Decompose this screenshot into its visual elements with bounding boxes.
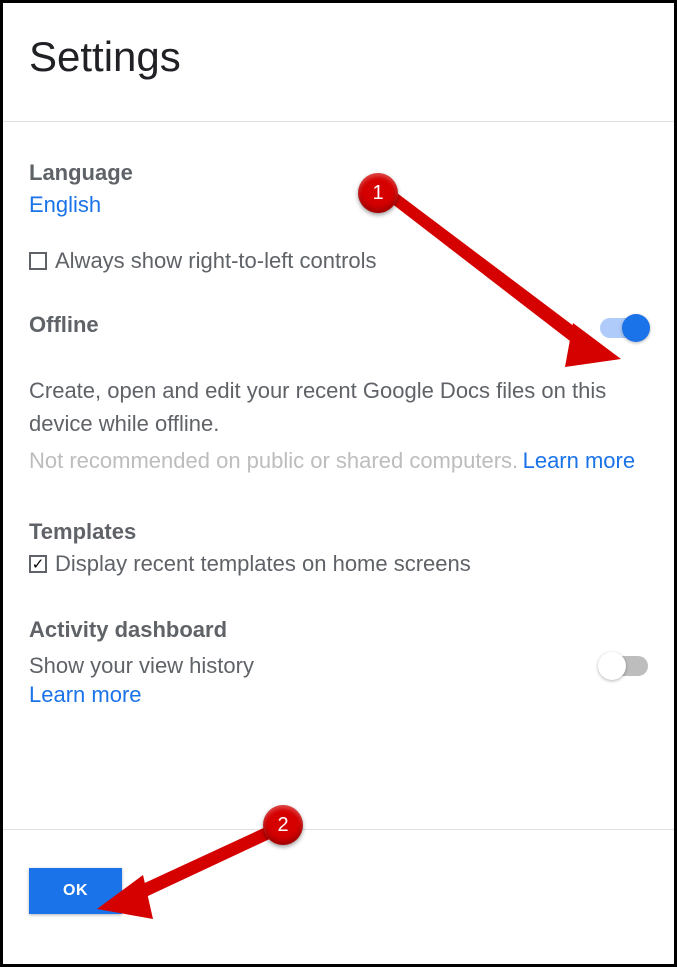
offline-label: Offline — [29, 312, 99, 338]
activity-section: Activity dashboard Show your view histor… — [29, 617, 648, 708]
activity-toggle[interactable] — [600, 656, 648, 676]
offline-toggle[interactable] — [600, 318, 648, 338]
activity-description: Show your view history — [29, 649, 254, 682]
settings-header: Settings — [3, 3, 674, 121]
offline-learn-more-link[interactable]: Learn more — [523, 448, 636, 473]
templates-label: Templates — [29, 519, 648, 545]
rtl-checkbox[interactable] — [29, 252, 47, 270]
rtl-checkbox-row: Always show right-to-left controls — [29, 248, 648, 274]
rtl-checkbox-label: Always show right-to-left controls — [55, 248, 377, 274]
templates-section: Templates Display recent templates on ho… — [29, 519, 648, 577]
offline-header-row: Offline — [29, 312, 648, 344]
ok-button[interactable]: OK — [29, 868, 122, 914]
offline-warning-row: Not recommended on public or shared comp… — [29, 448, 648, 474]
activity-label: Activity dashboard — [29, 617, 648, 643]
language-section: Language English Always show right-to-le… — [29, 160, 648, 274]
toggle-knob-icon — [598, 652, 626, 680]
activity-row: Show your view history — [29, 649, 648, 682]
templates-checkbox-label: Display recent templates on home screens — [55, 551, 471, 577]
annotation-badge-1: 1 — [358, 173, 398, 213]
offline-section: Offline Create, open and edit your recen… — [29, 312, 648, 474]
settings-content: Language English Always show right-to-le… — [3, 122, 674, 708]
page-title: Settings — [29, 33, 648, 81]
templates-checkbox[interactable] — [29, 555, 47, 573]
offline-warning: Not recommended on public or shared comp… — [29, 448, 518, 473]
offline-description: Create, open and edit your recent Google… — [29, 374, 648, 440]
templates-checkbox-row: Display recent templates on home screens — [29, 551, 648, 577]
language-label: Language — [29, 160, 648, 186]
language-value-link[interactable]: English — [29, 192, 101, 217]
dialog-footer: OK — [3, 829, 674, 964]
annotation-badge-2: 2 — [263, 805, 303, 845]
toggle-knob-icon — [622, 314, 650, 342]
activity-learn-more-link[interactable]: Learn more — [29, 682, 142, 707]
